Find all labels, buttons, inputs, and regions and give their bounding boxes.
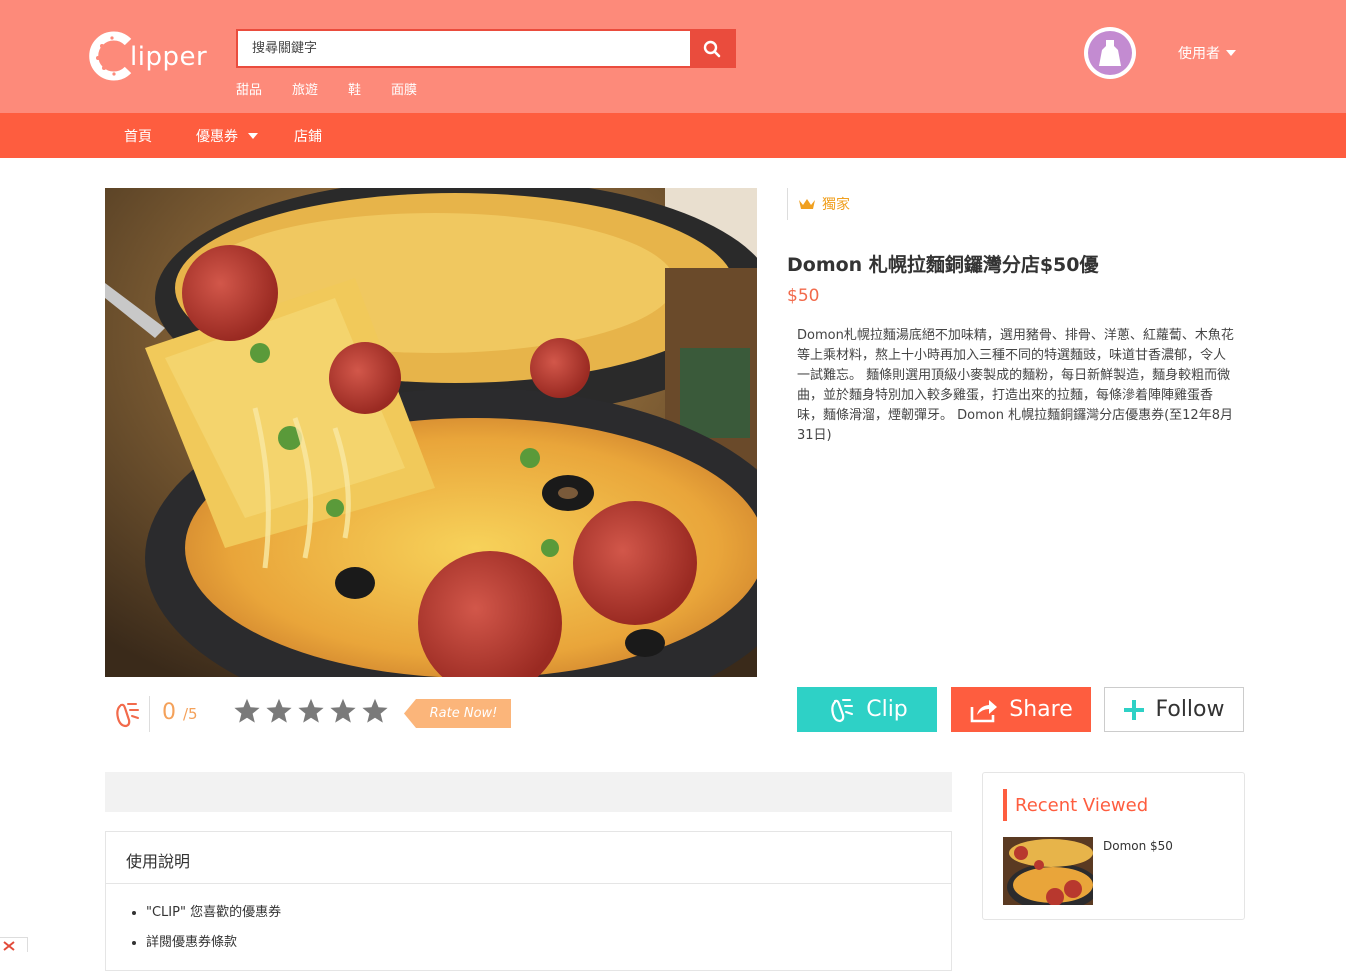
crown-icon: [799, 199, 815, 209]
share-button[interactable]: Share: [951, 687, 1091, 732]
logo-text: lipper: [130, 42, 208, 72]
product-title: Domon 札幌拉麵銅鑼灣分店$50優: [787, 254, 1099, 276]
search-icon: [703, 40, 721, 57]
exclusive-badge: 獨家: [787, 188, 850, 220]
nav-coupons-label: 優惠券: [196, 129, 238, 145]
star-icon[interactable]: [297, 697, 325, 725]
recent-viewed-title: Recent Viewed: [1003, 789, 1148, 821]
product-image: [105, 188, 757, 677]
divider: [149, 696, 150, 732]
rate-now-label: Rate Now!: [429, 706, 498, 721]
star-icon[interactable]: [265, 697, 293, 725]
usage-title: 使用說明: [126, 852, 191, 871]
star-icon[interactable]: [361, 697, 389, 725]
rate-now-button[interactable]: Rate Now!: [404, 699, 511, 728]
user-menu[interactable]: 使用者: [1178, 43, 1236, 63]
nav-stores[interactable]: 店鋪: [294, 126, 322, 146]
clipper-logo[interactable]: lipper: [88, 30, 207, 84]
tag-link[interactable]: 面膜: [391, 79, 417, 98]
rating-stars: [233, 697, 389, 725]
list-item: "CLIP" 您喜歡的優惠券: [146, 898, 281, 928]
logo-c-icon: [89, 31, 132, 81]
search-box: [236, 29, 736, 68]
pizza-photo: [105, 188, 757, 677]
search-input[interactable]: [240, 33, 688, 64]
share-icon: [970, 699, 998, 722]
close-icon: [3, 941, 15, 951]
badge-label: 獨家: [822, 197, 850, 213]
user-label: 使用者: [1178, 46, 1220, 62]
follow-label: Follow: [1155, 697, 1225, 722]
rating-value: 0: [162, 700, 176, 725]
main-nav: 首頁 優惠券 店鋪: [0, 113, 1346, 158]
divider: [106, 883, 951, 884]
clip-icon: [831, 698, 854, 722]
header: lipper 甜品 旅遊 鞋 面膜 使用者: [0, 0, 1346, 113]
tag-link[interactable]: 甜品: [236, 79, 262, 98]
product-description: Domon札幌拉麵湯底絕不加味精，選用豬骨、排骨、洋蔥、紅蘿蔔、木魚花等上乘材料…: [797, 328, 1234, 443]
follow-button[interactable]: Follow: [1104, 687, 1244, 732]
list-item: 詳閱優惠券條款: [146, 928, 281, 958]
avatar[interactable]: [1084, 27, 1136, 79]
dress-icon: [1099, 40, 1121, 66]
usage-panel: 使用說明 "CLIP" 您喜歡的優惠券 詳閱優惠券條款: [105, 831, 952, 971]
recent-item-thumbnail[interactable]: [1003, 837, 1093, 905]
tag-link[interactable]: 鞋: [348, 79, 361, 98]
share-label: Share: [1009, 697, 1073, 722]
tab-bar: [105, 772, 952, 812]
search-button[interactable]: [690, 31, 734, 66]
rating-out-of: /5: [183, 705, 198, 723]
clip-label: Clip: [866, 697, 908, 722]
nav-home-label: 首頁: [124, 129, 152, 145]
star-icon[interactable]: [233, 697, 261, 725]
nav-home[interactable]: 首頁: [124, 126, 152, 146]
recent-item-label[interactable]: Domon $50: [1103, 839, 1173, 853]
nav-coupons[interactable]: 優惠券: [196, 126, 258, 146]
usage-list: "CLIP" 您喜歡的優惠券 詳閱優惠券條款: [146, 898, 281, 958]
clip-button[interactable]: Clip: [797, 687, 937, 732]
popular-tags: 甜品 旅遊 鞋 面膜: [236, 79, 447, 98]
chevron-down-icon: [1226, 50, 1236, 56]
rating-score: 0 /5: [162, 700, 198, 725]
avatar-image: [1088, 31, 1132, 75]
tag-link[interactable]: 旅遊: [292, 79, 318, 98]
product-price: $50: [787, 286, 820, 306]
recent-viewed-panel: Recent Viewed Domon $50: [982, 772, 1245, 920]
nav-stores-label: 店鋪: [294, 129, 322, 145]
corner-widget: [0, 937, 28, 952]
pizza-thumbnail: [1003, 837, 1093, 905]
chevron-down-icon: [248, 133, 258, 139]
clip-icon: [116, 703, 139, 728]
plus-icon: [1124, 699, 1145, 720]
star-icon[interactable]: [329, 697, 357, 725]
